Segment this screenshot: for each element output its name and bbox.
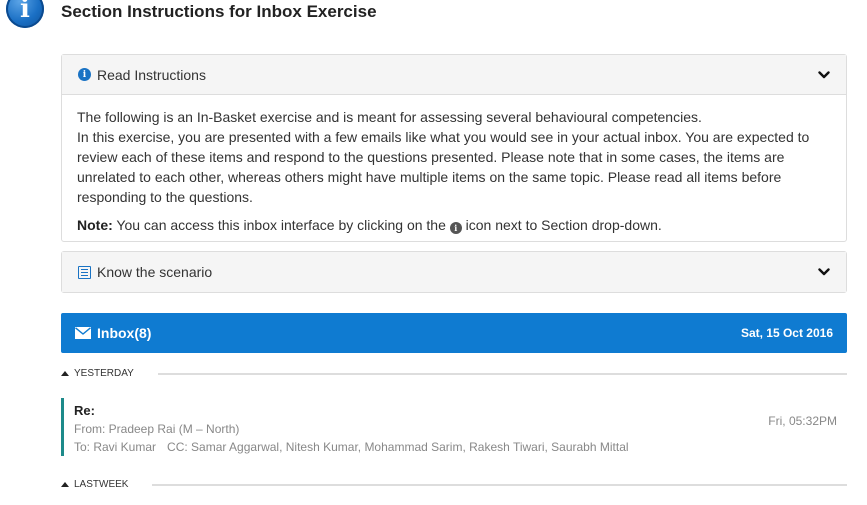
inbox-title: Inbox(8) — [97, 325, 152, 341]
instructions-line-2: In this exercise, you are presented with… — [77, 129, 810, 205]
read-instructions-label: Read Instructions — [97, 66, 206, 83]
email-cc: CC: Samar Aggarwal, Nitesh Kumar, Mohamm… — [167, 440, 629, 454]
email-to: To: Ravi Kumar — [74, 440, 157, 454]
instructions-body: The following is an In-Basket exercise a… — [62, 95, 846, 235]
instructions-line-1: The following is an In-Basket exercise a… — [77, 109, 702, 125]
know-scenario-panel: Know the scenario — [61, 251, 847, 293]
note-label: Note: — [77, 217, 113, 233]
email-time: Fri, 05:32PM — [768, 414, 837, 428]
instructions-note: Note: You can access this inbox interfac… — [77, 215, 831, 235]
read-instructions-header[interactable]: i Read Instructions — [62, 55, 846, 95]
email-subject: Re: — [74, 403, 95, 418]
know-scenario-label: Know the scenario — [97, 264, 213, 280]
read-instructions-panel: i Read Instructions The following is an … — [61, 54, 847, 242]
group-toggle-yesterday[interactable]: YESTERDAY — [61, 368, 847, 379]
know-scenario-header[interactable]: Know the scenario — [62, 252, 846, 292]
caret-up-icon — [61, 482, 69, 487]
info-icon: i — [6, 0, 44, 28]
page-title: Section Instructions for Inbox Exercise — [61, 2, 377, 21]
note-text-pre: You can access this inbox interface by c… — [116, 217, 446, 233]
divider — [152, 483, 847, 486]
info-icon: i — [449, 222, 462, 234]
divider — [157, 372, 847, 375]
email-list-item[interactable]: Re: From: Pradeep Rai (M – North) To: Ra… — [61, 398, 847, 456]
envelope-icon — [75, 327, 91, 339]
group-label: YESTERDAY — [74, 368, 134, 379]
chevron-down-icon[interactable] — [818, 266, 830, 278]
info-icon: i — [78, 68, 91, 81]
note-text-post: icon next to Section drop-down. — [465, 217, 662, 233]
inbox-header-bar[interactable]: Inbox(8) Sat, 15 Oct 2016 — [61, 313, 847, 353]
email-from: From: Pradeep Rai (M – North) — [74, 422, 240, 436]
group-toggle-lastweek[interactable]: LASTWEEK — [61, 479, 847, 490]
group-label: LASTWEEK — [74, 479, 129, 490]
chevron-down-icon[interactable] — [818, 69, 830, 81]
caret-up-icon — [61, 371, 69, 376]
list-icon — [78, 265, 91, 279]
email-recipients: To: Ravi Kumar CC: Samar Aggarwal, Nitesh… — [74, 438, 837, 456]
inbox-date: Sat, 15 Oct 2016 — [740, 326, 833, 340]
